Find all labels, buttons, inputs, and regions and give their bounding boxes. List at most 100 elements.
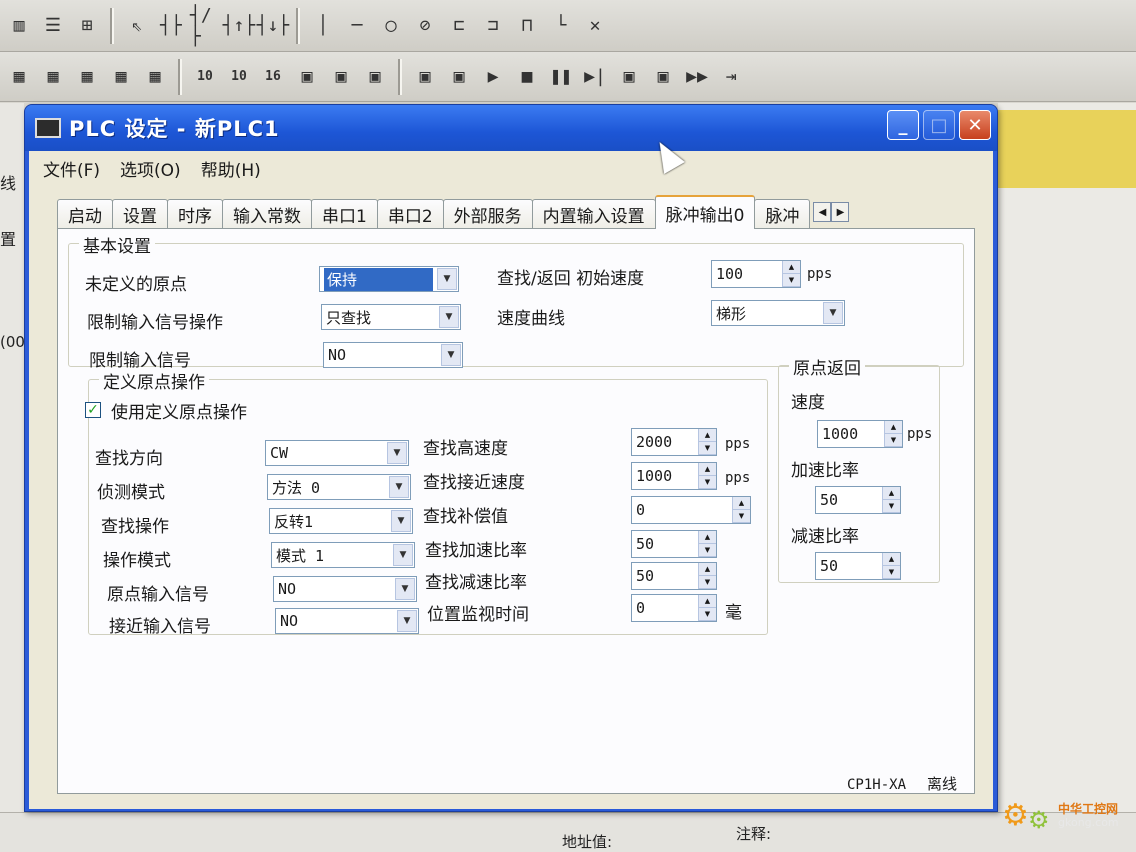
tab-startup[interactable]: 启动: [57, 199, 113, 229]
skip-icon[interactable]: ⇥: [716, 62, 746, 92]
tab-serial1[interactable]: 串口1: [311, 199, 378, 229]
program-icon[interactable]: ▣: [410, 62, 440, 92]
tab-scroll: ◀ ▶: [813, 202, 850, 222]
radix-icon[interactable]: 16: [258, 62, 288, 92]
step-icon[interactable]: ▶|: [580, 62, 610, 92]
return-accel-input[interactable]: 50 ▲ ▼: [815, 486, 901, 514]
coil-icon[interactable]: ◯: [376, 11, 406, 41]
spin-buttons[interactable]: ▲ ▼: [782, 261, 800, 287]
detect-mode-select[interactable]: 方法 0 ▼: [267, 474, 411, 500]
radix-icon[interactable]: 10: [190, 62, 220, 92]
contact-nc-icon[interactable]: ┤/├: [190, 5, 220, 47]
mode-icon[interactable]: ▥: [4, 11, 34, 41]
approach-speed-input[interactable]: 1000 ▲ ▼: [631, 462, 717, 490]
spin-buttons[interactable]: ▲ ▼: [884, 421, 902, 447]
stl-icon[interactable]: ▦: [38, 62, 68, 92]
vline-icon[interactable]: │: [308, 11, 338, 41]
tree-icon[interactable]: ⊞: [72, 11, 102, 41]
run-icon[interactable]: ▶: [478, 62, 508, 92]
spin-buttons[interactable]: ▲ ▼: [698, 463, 716, 489]
tab-builtin-input[interactable]: 内置输入设置: [531, 199, 656, 229]
menu-file[interactable]: 文件(F): [43, 156, 100, 181]
close-button[interactable]: ✕: [959, 110, 991, 140]
minimize-button[interactable]: _: [887, 110, 919, 140]
inst3-icon[interactable]: ⊓: [512, 11, 542, 41]
proximity-input-select[interactable]: NO ▼: [275, 608, 419, 634]
table-icon[interactable]: ▦: [72, 62, 102, 92]
fast-forward-icon[interactable]: ▶▶: [682, 62, 712, 92]
coil-nc-icon[interactable]: ⊘: [410, 11, 440, 41]
return-decel-input[interactable]: 50 ▲ ▼: [815, 552, 901, 580]
memory-icon[interactable]: ▦: [140, 62, 170, 92]
hline-icon[interactable]: ─: [342, 11, 372, 41]
chevron-down-icon[interactable]: ▼: [823, 302, 843, 324]
chevron-down-icon[interactable]: ▼: [391, 510, 411, 532]
spin-buttons[interactable]: ▲ ▼: [882, 487, 900, 513]
search-decel-input[interactable]: 50 ▲ ▼: [631, 562, 717, 590]
tab-external-service[interactable]: 外部服务: [442, 199, 533, 229]
step-into-icon[interactable]: ▣: [614, 62, 644, 92]
menu-options[interactable]: 选项(O): [120, 156, 181, 181]
online-icon[interactable]: ▣: [292, 62, 322, 92]
contact-no-icon[interactable]: ┤├: [156, 11, 186, 41]
chevron-down-icon[interactable]: ▼: [437, 268, 457, 290]
radix-icon[interactable]: 10: [224, 62, 254, 92]
tab-settings[interactable]: 设置: [112, 199, 168, 229]
menu-help[interactable]: 帮助(H): [201, 156, 261, 181]
tab-timing[interactable]: 时序: [167, 199, 223, 229]
inst-icon[interactable]: ⊏: [444, 11, 474, 41]
monitor-time-input[interactable]: 0 ▲ ▼: [631, 594, 717, 622]
maximize-button[interactable]: □: [923, 110, 955, 140]
high-speed-input[interactable]: 2000 ▲ ▼: [631, 428, 717, 456]
corner-icon[interactable]: └: [546, 11, 576, 41]
dialog-titlebar[interactable]: PLC 设定 - 新PLC1 _ □ ✕: [25, 105, 997, 151]
spin-buttons[interactable]: ▲ ▼: [698, 429, 716, 455]
step-out-icon[interactable]: ▣: [648, 62, 678, 92]
ladder-icon[interactable]: ▦: [4, 62, 34, 92]
init-speed-input[interactable]: 100 ▲ ▼: [711, 260, 801, 288]
origin-input-select[interactable]: NO ▼: [273, 576, 417, 602]
scroll-left-icon[interactable]: ◀: [813, 202, 832, 222]
undefined-origin-select[interactable]: 保持 ▼: [319, 266, 459, 292]
monitor-icon[interactable]: ▣: [444, 62, 474, 92]
return-speed-input[interactable]: 1000 ▲ ▼: [817, 420, 903, 448]
compare-icon[interactable]: ▣: [360, 62, 390, 92]
op-mode-select[interactable]: 模式 1 ▼: [271, 542, 415, 568]
limit-op-select[interactable]: 只查找 ▼: [321, 304, 461, 330]
chevron-down-icon[interactable]: ▼: [439, 306, 459, 328]
pause-icon[interactable]: ❚❚: [546, 62, 576, 92]
tab-pulse-output0[interactable]: 脉冲输出0: [654, 195, 756, 229]
inst2-icon[interactable]: ⊐: [478, 11, 508, 41]
chevron-down-icon[interactable]: ▼: [395, 578, 415, 600]
init-speed-value: 100: [716, 265, 744, 283]
chevron-down-icon[interactable]: ▼: [387, 442, 407, 464]
chevron-down-icon[interactable]: ▼: [397, 610, 417, 632]
spin-buttons[interactable]: ▲ ▼: [732, 497, 750, 523]
pointer-icon[interactable]: ⇖: [122, 11, 152, 41]
watch-icon[interactable]: ▦: [106, 62, 136, 92]
search-op-select[interactable]: 反转1 ▼: [269, 508, 413, 534]
delete-line-icon[interactable]: ✕: [580, 11, 610, 41]
spin-buttons[interactable]: ▲ ▼: [698, 563, 716, 589]
chevron-down-icon[interactable]: ▼: [393, 544, 413, 566]
contact-p-icon[interactable]: ┤↑├: [223, 11, 256, 41]
limit-signal-select[interactable]: NO ▼: [323, 342, 463, 368]
use-define-origin-checkbox[interactable]: ✓: [85, 402, 101, 418]
compensation-input[interactable]: 0 ▲ ▼: [631, 496, 751, 524]
chevron-down-icon[interactable]: ▼: [441, 344, 461, 366]
scroll-right-icon[interactable]: ▶: [831, 202, 850, 222]
chevron-down-icon[interactable]: ▼: [389, 476, 409, 498]
contact-n-icon[interactable]: ┤↓├: [257, 11, 290, 41]
spin-buttons[interactable]: ▲ ▼: [698, 531, 716, 557]
spin-buttons[interactable]: ▲ ▼: [698, 595, 716, 621]
spin-buttons[interactable]: ▲ ▼: [882, 553, 900, 579]
list-icon[interactable]: ☰: [38, 11, 68, 41]
tab-pulse[interactable]: 脉冲: [754, 199, 811, 229]
stop-icon[interactable]: ■: [512, 62, 542, 92]
tab-serial2[interactable]: 串口2: [376, 199, 444, 229]
search-direction-select[interactable]: CW ▼: [265, 440, 409, 466]
transfer-icon[interactable]: ▣: [326, 62, 356, 92]
speed-curve-select[interactable]: 梯形 ▼: [711, 300, 845, 326]
tab-input-constant[interactable]: 输入常数: [222, 199, 312, 229]
search-accel-input[interactable]: 50 ▲ ▼: [631, 530, 717, 558]
